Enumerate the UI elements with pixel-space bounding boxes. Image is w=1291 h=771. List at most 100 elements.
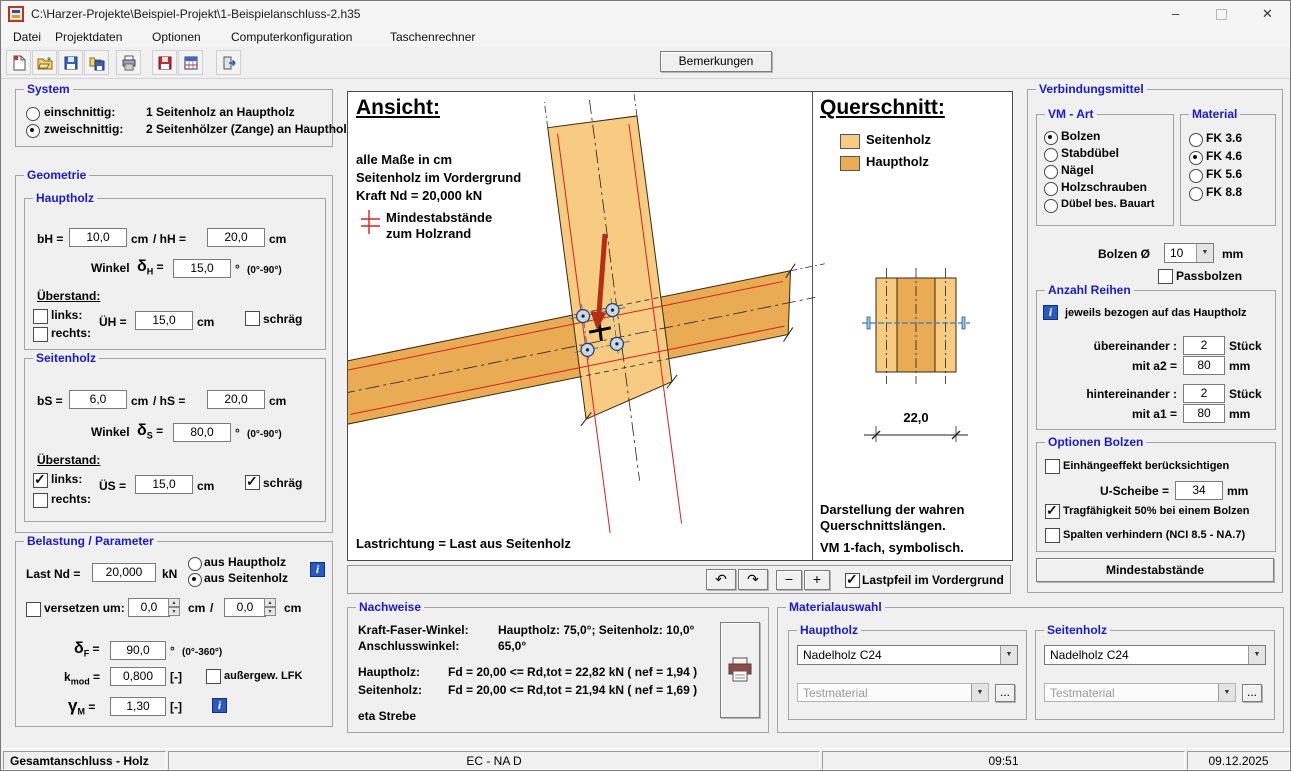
bh-input[interactable]: 10,0 xyxy=(69,228,127,247)
naegel-label: Nägel xyxy=(1061,163,1094,177)
hauptholz-material-select[interactable]: Nadelholz C24 ▼ xyxy=(797,645,1018,665)
material-seitenholz-groupbox: Seitenholz Nadelholz C24 ▼ Testmaterial … xyxy=(1035,630,1275,720)
tragfaehigkeit-checkbox[interactable] xyxy=(1045,504,1060,519)
einhaengeeffekt-checkbox[interactable] xyxy=(1045,459,1060,474)
uebereinander-input[interactable]: 2 xyxy=(1183,336,1225,355)
spalten-checkbox[interactable] xyxy=(1045,528,1060,543)
open-folder-button[interactable] xyxy=(32,50,57,75)
hintereinander-input[interactable]: 2 xyxy=(1183,384,1225,403)
seitenholz-title: Seitenholz xyxy=(33,351,99,365)
calc-table-button[interactable] xyxy=(178,50,203,75)
hs-input[interactable]: 20,0 xyxy=(207,390,265,409)
versetzen-y-input[interactable]: 0,0 xyxy=(224,598,266,617)
spin-down-icon[interactable]: ▼ xyxy=(264,607,276,616)
radio-aus-hauptholz[interactable] xyxy=(188,557,202,571)
new-file-button[interactable] xyxy=(6,50,31,75)
zoom-out-button[interactable]: − xyxy=(776,570,802,590)
belastung-title: Belastung / Parameter xyxy=(24,534,157,548)
chevron-down-icon[interactable]: ▼ xyxy=(1000,646,1017,664)
radio-aus-seitenholz[interactable] xyxy=(188,573,202,587)
bemerkungen-button[interactable]: Bemerkungen xyxy=(660,51,772,72)
versetzen-checkbox[interactable] xyxy=(26,602,41,617)
ues-input[interactable]: 15,0 xyxy=(135,475,193,494)
radio-holzschrauben[interactable] xyxy=(1044,182,1058,196)
versetzen-x-spinner[interactable]: ▲▼ xyxy=(168,598,180,617)
menu-computerkonfiguration[interactable]: Computerkonfiguration xyxy=(231,30,352,44)
close-button[interactable]: ✕ xyxy=(1245,1,1290,27)
lastpfeil-checkbox[interactable] xyxy=(845,573,860,588)
a2-input[interactable]: 80 xyxy=(1183,356,1225,375)
minimize-button[interactable]: – xyxy=(1153,1,1198,27)
spin-up-icon[interactable]: ▲ xyxy=(264,598,276,607)
seitenholz-more-button[interactable]: ... xyxy=(1242,684,1262,702)
kmod-input[interactable]: 0,800 xyxy=(110,667,166,686)
chevron-down-icon[interactable]: ▼ xyxy=(1196,244,1213,262)
radio-fk56[interactable] xyxy=(1189,169,1203,183)
winkel-s-input[interactable]: 80,0 xyxy=(173,423,231,442)
menu-datei[interactable]: Datei xyxy=(13,30,41,44)
hauptholz-more-button[interactable]: ... xyxy=(995,684,1015,702)
lfk-checkbox[interactable] xyxy=(206,669,221,684)
hh-input[interactable]: 20,0 xyxy=(207,228,265,247)
deltaf-unit: ° xyxy=(170,644,175,658)
last-info-button[interactable]: i xyxy=(310,562,325,577)
winkel-h-input[interactable]: 15,0 xyxy=(173,259,231,278)
a1-input[interactable]: 80 xyxy=(1183,404,1225,423)
radio-naegel[interactable] xyxy=(1044,165,1058,179)
uscheibe-input[interactable]: 34 xyxy=(1175,481,1223,500)
exit-button[interactable] xyxy=(216,50,241,75)
gamma-input[interactable]: 1,30 xyxy=(110,697,166,716)
deltaf-input[interactable]: 90,0 xyxy=(110,641,166,660)
radio-duebel-bes-bauart[interactable] xyxy=(1044,199,1058,213)
anzahl-note: jeweils bezogen auf das Hauptholz xyxy=(1065,307,1247,319)
gamma-info-button[interactable]: i xyxy=(212,698,227,713)
ueberstand-h-links-checkbox[interactable] xyxy=(33,309,48,324)
versetzen-x-input[interactable]: 0,0 xyxy=(128,598,170,617)
mindestabstaende-button[interactable]: Mindestabstände xyxy=(1036,558,1274,582)
schraeg-h-checkbox[interactable] xyxy=(245,311,260,326)
print-report-button[interactable] xyxy=(720,622,760,718)
a2-unit: mm xyxy=(1229,359,1250,373)
save-red-button[interactable] xyxy=(152,50,177,75)
versetzen-y-spinner[interactable]: ▲▼ xyxy=(264,598,276,617)
radio-einschnittig[interactable] xyxy=(26,107,40,121)
ueberstand-s-rechts-checkbox[interactable] xyxy=(33,493,48,508)
redo-button[interactable]: ↷ xyxy=(738,569,768,590)
winkel-h-unit: ° xyxy=(235,262,240,276)
print-button[interactable] xyxy=(116,50,141,75)
anzahl-info-button[interactable]: i xyxy=(1043,305,1058,320)
bs-input[interactable]: 6,0 xyxy=(69,390,127,409)
ueberstand-h-rechts-checkbox[interactable] xyxy=(33,327,48,342)
ueberstand-s-links-checkbox[interactable] xyxy=(33,473,48,488)
schraeg-s-checkbox[interactable] xyxy=(245,475,260,490)
caption-line2: Querschnittslängen. xyxy=(820,518,946,533)
materialauswahl-title: Materialauswahl xyxy=(786,600,885,614)
save-as-button[interactable] xyxy=(84,50,109,75)
seitenholz-material-select[interactable]: Nadelholz C24 ▼ xyxy=(1044,645,1266,665)
bolzen-durchmesser-select[interactable]: 10 ▼ xyxy=(1164,243,1214,263)
radio-stabduebel[interactable] xyxy=(1044,148,1058,162)
einschnittig-desc: 1 Seitenholz an Hauptholz xyxy=(146,105,295,119)
spin-up-icon[interactable]: ▲ xyxy=(168,598,180,607)
radio-fk36[interactable] xyxy=(1189,133,1203,147)
radio-fk88[interactable] xyxy=(1189,187,1203,201)
passbolzen-checkbox[interactable] xyxy=(1158,269,1173,284)
spin-down-icon[interactable]: ▼ xyxy=(168,607,180,616)
radio-fk46[interactable] xyxy=(1189,151,1203,165)
save-button[interactable] xyxy=(58,50,83,75)
chevron-down-icon[interactable]: ▼ xyxy=(1248,646,1265,664)
radio-bolzen[interactable] xyxy=(1044,131,1058,145)
menu-optionen[interactable]: Optionen xyxy=(152,30,201,44)
nachweis-seitenholz-value: Fd = 20,00 <= Rd,tot = 21,94 kN ( nef = … xyxy=(448,683,697,697)
last-nd-input[interactable]: 20,000 xyxy=(92,563,156,582)
winkel-s-unit: ° xyxy=(235,426,240,440)
maximize-button[interactable] xyxy=(1199,1,1244,27)
undo-button[interactable]: ↶ xyxy=(706,569,736,590)
nachweis-hauptholz-label: Hauptholz: xyxy=(358,665,420,679)
ueh-input[interactable]: 15,0 xyxy=(135,311,193,330)
radio-zweischnittig[interactable] xyxy=(26,124,40,138)
zoom-in-button[interactable]: + xyxy=(804,570,830,590)
winkel-s-label: Winkel xyxy=(91,425,130,439)
menu-taschenrechner[interactable]: Taschenrechner xyxy=(390,30,475,44)
menu-projektdaten[interactable]: Projektdaten xyxy=(55,30,122,44)
